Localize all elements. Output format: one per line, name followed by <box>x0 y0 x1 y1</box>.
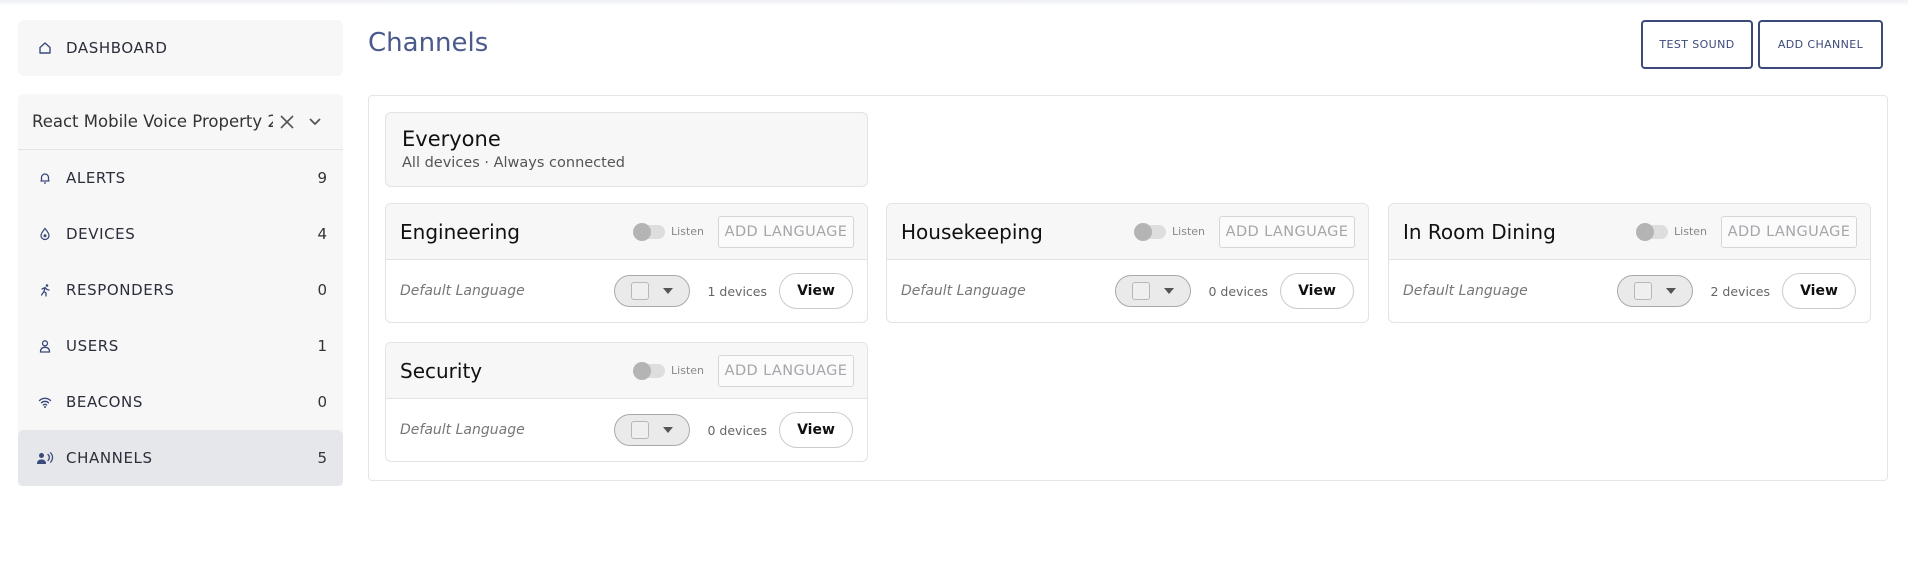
listen-toggle[interactable] <box>1636 222 1669 241</box>
user-icon <box>34 335 56 357</box>
channel-card-header: Engineering Listen ADD LANGUAGE <box>386 204 867 260</box>
clear-property-button[interactable] <box>273 108 301 136</box>
listen-label: Listen <box>671 225 704 238</box>
top-shadow <box>0 0 1908 6</box>
channel-card-header: Security Listen ADD LANGUAGE <box>386 343 867 399</box>
sidebar-item-label: CHANNELS <box>66 449 153 467</box>
channel-name: Housekeeping <box>901 219 1043 244</box>
sidebar-item-label: USERS <box>66 337 119 355</box>
caret-down-icon <box>1163 288 1174 294</box>
chevron-down-icon <box>309 117 321 125</box>
listen-toggle[interactable] <box>633 361 666 380</box>
sidebar-item-label: DEVICES <box>66 225 136 243</box>
language-flag-placeholder <box>1131 282 1150 300</box>
listen-label: Listen <box>1674 225 1707 238</box>
page-title: Channels <box>368 28 489 58</box>
view-button[interactable]: View <box>1782 273 1856 309</box>
toggle-knob <box>1134 222 1153 241</box>
default-language-label: Default Language <box>400 283 525 299</box>
language-flag-placeholder <box>1633 282 1652 300</box>
channel-card-body: Default Language 0 devices View <box>386 399 867 461</box>
caret-down-icon <box>662 427 673 433</box>
channel-card: Engineering Listen ADD LANGUAGE Default … <box>385 203 868 323</box>
sidebar-item-label: RESPONDERS <box>66 281 175 299</box>
channel-card-header: Housekeeping Listen ADD LANGUAGE <box>887 204 1368 260</box>
sidebar-item-alerts[interactable]: ALERTS 9 <box>18 150 343 206</box>
device-count: 0 devices <box>707 422 768 438</box>
language-select[interactable] <box>1616 275 1693 307</box>
channel-subtitle: All devices · Always connected <box>402 155 625 171</box>
channel-card-header: In Room Dining Listen ADD LANGUAGE <box>1389 204 1870 260</box>
wifi-icon <box>34 391 56 413</box>
sidebar-item-count: 4 <box>317 225 327 243</box>
sidebar: DASHBOARD React Mobile Voice Property 2 … <box>18 20 343 486</box>
sidebar-item-count: 0 <box>317 393 327 411</box>
view-button[interactable]: View <box>1280 273 1354 309</box>
device-icon <box>34 223 56 245</box>
listen-toggle[interactable] <box>1134 222 1167 241</box>
caret-down-icon <box>1665 288 1676 294</box>
toggle-knob <box>633 222 652 241</box>
everyone-channel-card: Everyone All devices · Always connected <box>385 112 868 187</box>
sidebar-item-count: 0 <box>317 281 327 299</box>
toggle-knob <box>633 361 652 380</box>
sidebar-item-count: 1 <box>317 337 327 355</box>
channel-card: Housekeeping Listen ADD LANGUAGE Default… <box>886 203 1369 323</box>
default-language-label: Default Language <box>1403 283 1528 299</box>
channel-name: In Room Dining <box>1403 219 1556 244</box>
language-flag-placeholder <box>630 421 649 439</box>
sidebar-item-count: 5 <box>317 449 327 467</box>
bell-icon <box>34 167 56 189</box>
channel-name: Everyone <box>402 127 501 151</box>
toggle-knob <box>1636 222 1655 241</box>
property-name: React Mobile Voice Property 2 <box>32 112 273 131</box>
channel-card-body: Default Language 1 devices View <box>386 260 867 322</box>
channel-name: Engineering <box>400 219 520 244</box>
listen-label: Listen <box>1172 225 1205 238</box>
listen-label: Listen <box>671 364 704 377</box>
runner-icon <box>34 279 56 301</box>
channel-card: In Room Dining Listen ADD LANGUAGE Defau… <box>1388 203 1871 323</box>
sidebar-item-label: DASHBOARD <box>66 39 168 57</box>
sidebar-item-label: BEACONS <box>66 393 143 411</box>
add-language-button[interactable]: ADD LANGUAGE <box>718 215 854 248</box>
view-button[interactable]: View <box>779 412 853 448</box>
device-count: 0 devices <box>1208 283 1269 299</box>
add-channel-button[interactable]: ADD CHANNEL <box>1758 20 1883 69</box>
sidebar-item-beacons[interactable]: BEACONS 0 <box>18 374 343 430</box>
sidebar-item-dashboard[interactable]: DASHBOARD <box>18 20 343 76</box>
property-dropdown-button[interactable] <box>301 108 329 136</box>
device-count: 1 devices <box>707 283 768 299</box>
home-icon <box>34 37 56 59</box>
sidebar-item-devices[interactable]: DEVICES 4 <box>18 206 343 262</box>
add-language-button[interactable]: ADD LANGUAGE <box>718 354 854 387</box>
channel-card: Security Listen ADD LANGUAGE Default Lan… <box>385 342 868 462</box>
channel-card-body: Default Language 0 devices View <box>887 260 1368 322</box>
add-language-button[interactable]: ADD LANGUAGE <box>1721 215 1857 248</box>
channel-icon <box>34 447 56 469</box>
close-icon <box>280 114 294 129</box>
language-select[interactable] <box>613 414 690 446</box>
test-sound-button[interactable]: TEST SOUND <box>1641 20 1753 69</box>
channel-name: Security <box>400 358 483 383</box>
view-button[interactable]: View <box>779 273 853 309</box>
language-select[interactable] <box>613 275 690 307</box>
sidebar-item-label: ALERTS <box>66 169 126 187</box>
add-language-button[interactable]: ADD LANGUAGE <box>1219 215 1355 248</box>
language-flag-placeholder <box>630 282 649 300</box>
channel-card-body: Default Language 2 devices View <box>1389 260 1870 322</box>
language-select[interactable] <box>1114 275 1191 307</box>
property-selector[interactable]: React Mobile Voice Property 2 <box>18 94 343 150</box>
sidebar-item-users[interactable]: USERS 1 <box>18 318 343 374</box>
listen-toggle[interactable] <box>633 222 666 241</box>
sidebar-item-channels[interactable]: CHANNELS 5 <box>18 430 343 486</box>
default-language-label: Default Language <box>901 283 1026 299</box>
default-language-label: Default Language <box>400 422 525 438</box>
sidebar-item-responders[interactable]: RESPONDERS 0 <box>18 262 343 318</box>
caret-down-icon <box>662 288 673 294</box>
device-count: 2 devices <box>1710 283 1771 299</box>
sidebar-item-count: 9 <box>317 169 327 187</box>
sidebar-menu: ALERTS 9 DEVICES 4 RESPONDERS 0 USERS 1 <box>18 150 343 486</box>
